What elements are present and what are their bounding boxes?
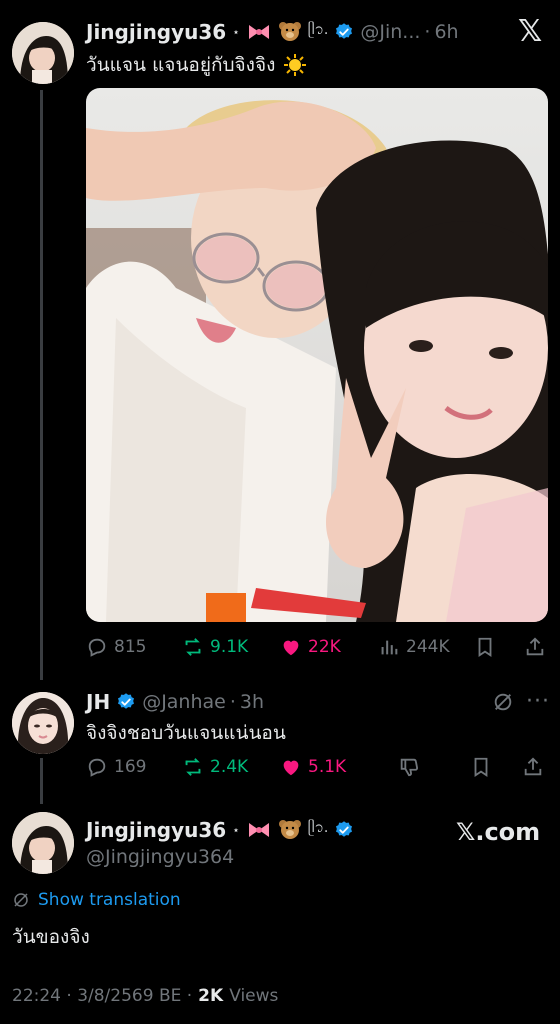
verified-badge-icon xyxy=(336,23,353,39)
post-timestamp[interactable]: 22:24 · 3/8/2569 BE · xyxy=(12,986,192,1006)
reply-header: JH @Janhae · 3h xyxy=(86,690,265,714)
reply-text: จิงจิงชอบวันแจนแน่นอน xyxy=(86,722,286,744)
views-chart-icon xyxy=(381,640,398,655)
views-count: 2K xyxy=(198,986,224,1006)
dislike-button[interactable] xyxy=(398,756,420,778)
bookmark-icon xyxy=(474,757,488,777)
views-button[interactable]: 244K xyxy=(378,636,450,658)
display-name[interactable]: JH xyxy=(86,690,110,714)
heart-icon xyxy=(283,640,299,656)
repost-button[interactable]: 2.4K xyxy=(182,756,248,778)
ribbon-emoji xyxy=(246,22,272,42)
reply-button[interactable]: 815 xyxy=(86,636,146,658)
like-count: 5.1K xyxy=(308,757,347,777)
avatar[interactable] xyxy=(12,692,74,754)
x-com-logo: 𝕏.com xyxy=(456,818,541,846)
post-meta: 22:24 · 3/8/2569 BE · 2K Views xyxy=(12,986,278,1006)
tweet-text: วันแจน แจนอยู่กับจิงจิง xyxy=(86,54,276,76)
sparkle-icon: ⋆ xyxy=(232,25,240,39)
like-button[interactable]: 5.1K xyxy=(280,756,346,778)
verified-badge-icon xyxy=(118,693,135,709)
reply-icon xyxy=(88,638,106,657)
thread-line xyxy=(40,758,43,804)
teddy-bear-emoji xyxy=(278,819,302,841)
timestamp[interactable]: 6h xyxy=(434,21,458,43)
handle[interactable]: @Jingjingyu364 xyxy=(86,846,234,868)
like-count: 22K xyxy=(308,637,341,657)
views-count: 244K xyxy=(406,637,450,657)
bookmark-button[interactable] xyxy=(470,756,492,778)
handle[interactable]: @Janhae xyxy=(142,691,226,713)
timestamp[interactable]: 3h xyxy=(240,691,264,713)
bookmark-icon xyxy=(478,637,492,657)
views-label: Views xyxy=(229,986,279,1006)
translate-icon xyxy=(14,893,28,907)
verified-badge-icon xyxy=(336,821,353,837)
post-text: วันของจิง xyxy=(12,926,90,948)
reply-actions: 169 2.4K 5.1K xyxy=(86,752,550,782)
avatar[interactable] xyxy=(12,22,74,84)
heart-icon xyxy=(283,760,299,776)
tweet-text-row: วันแจน แจนอยู่กับจิงจิง xyxy=(86,50,307,80)
tweet-header: Jingjingyu36 ⋆ ᥫ᭡. @Jin... · 6h xyxy=(86,20,459,44)
avatar[interactable] xyxy=(12,812,74,874)
share-icon xyxy=(526,637,544,656)
repost-icon xyxy=(185,638,201,656)
like-button[interactable]: 22K xyxy=(280,636,341,658)
share-button[interactable] xyxy=(524,636,546,658)
handle[interactable]: @Jin... xyxy=(360,21,420,43)
thumbs-down-icon xyxy=(400,758,419,777)
x-logo-icon: 𝕏 xyxy=(518,14,543,49)
show-translation-link[interactable]: Show translation xyxy=(12,890,181,910)
repost-icon xyxy=(185,758,201,776)
share-button[interactable] xyxy=(522,756,544,778)
bookmark-button[interactable] xyxy=(474,636,496,658)
ribbon-emoji xyxy=(246,820,272,840)
bow-symbol-icon: ᥫ᭡. xyxy=(307,21,329,38)
sun-emoji xyxy=(283,53,307,77)
grok-icon[interactable] xyxy=(492,691,514,713)
reply-count: 815 xyxy=(114,637,147,657)
teddy-bear-emoji xyxy=(278,21,302,43)
more-options-icon[interactable]: ··· xyxy=(526,689,550,714)
tweet-actions: 815 9.1K 22K 244K xyxy=(86,632,550,662)
sparkle-icon: ⋆ xyxy=(232,823,240,837)
tweet-photo[interactable] xyxy=(86,88,548,622)
post-header: Jingjingyu36 ⋆ ᥫ᭡. xyxy=(86,816,354,844)
repost-count: 2.4K xyxy=(210,757,249,777)
display-name[interactable]: Jingjingyu36 xyxy=(86,818,226,842)
show-translation-label: Show translation xyxy=(38,890,181,910)
repost-count: 9.1K xyxy=(210,637,249,657)
repost-button[interactable]: 9.1K xyxy=(182,636,248,658)
reply-icon xyxy=(88,758,106,777)
share-icon xyxy=(524,757,542,776)
display-name[interactable]: Jingjingyu36 xyxy=(86,20,226,44)
thread-line xyxy=(40,90,43,680)
reply-button[interactable]: 169 xyxy=(86,756,146,778)
bow-symbol-icon: ᥫ᭡. xyxy=(307,819,329,836)
reply-count: 169 xyxy=(114,757,147,777)
